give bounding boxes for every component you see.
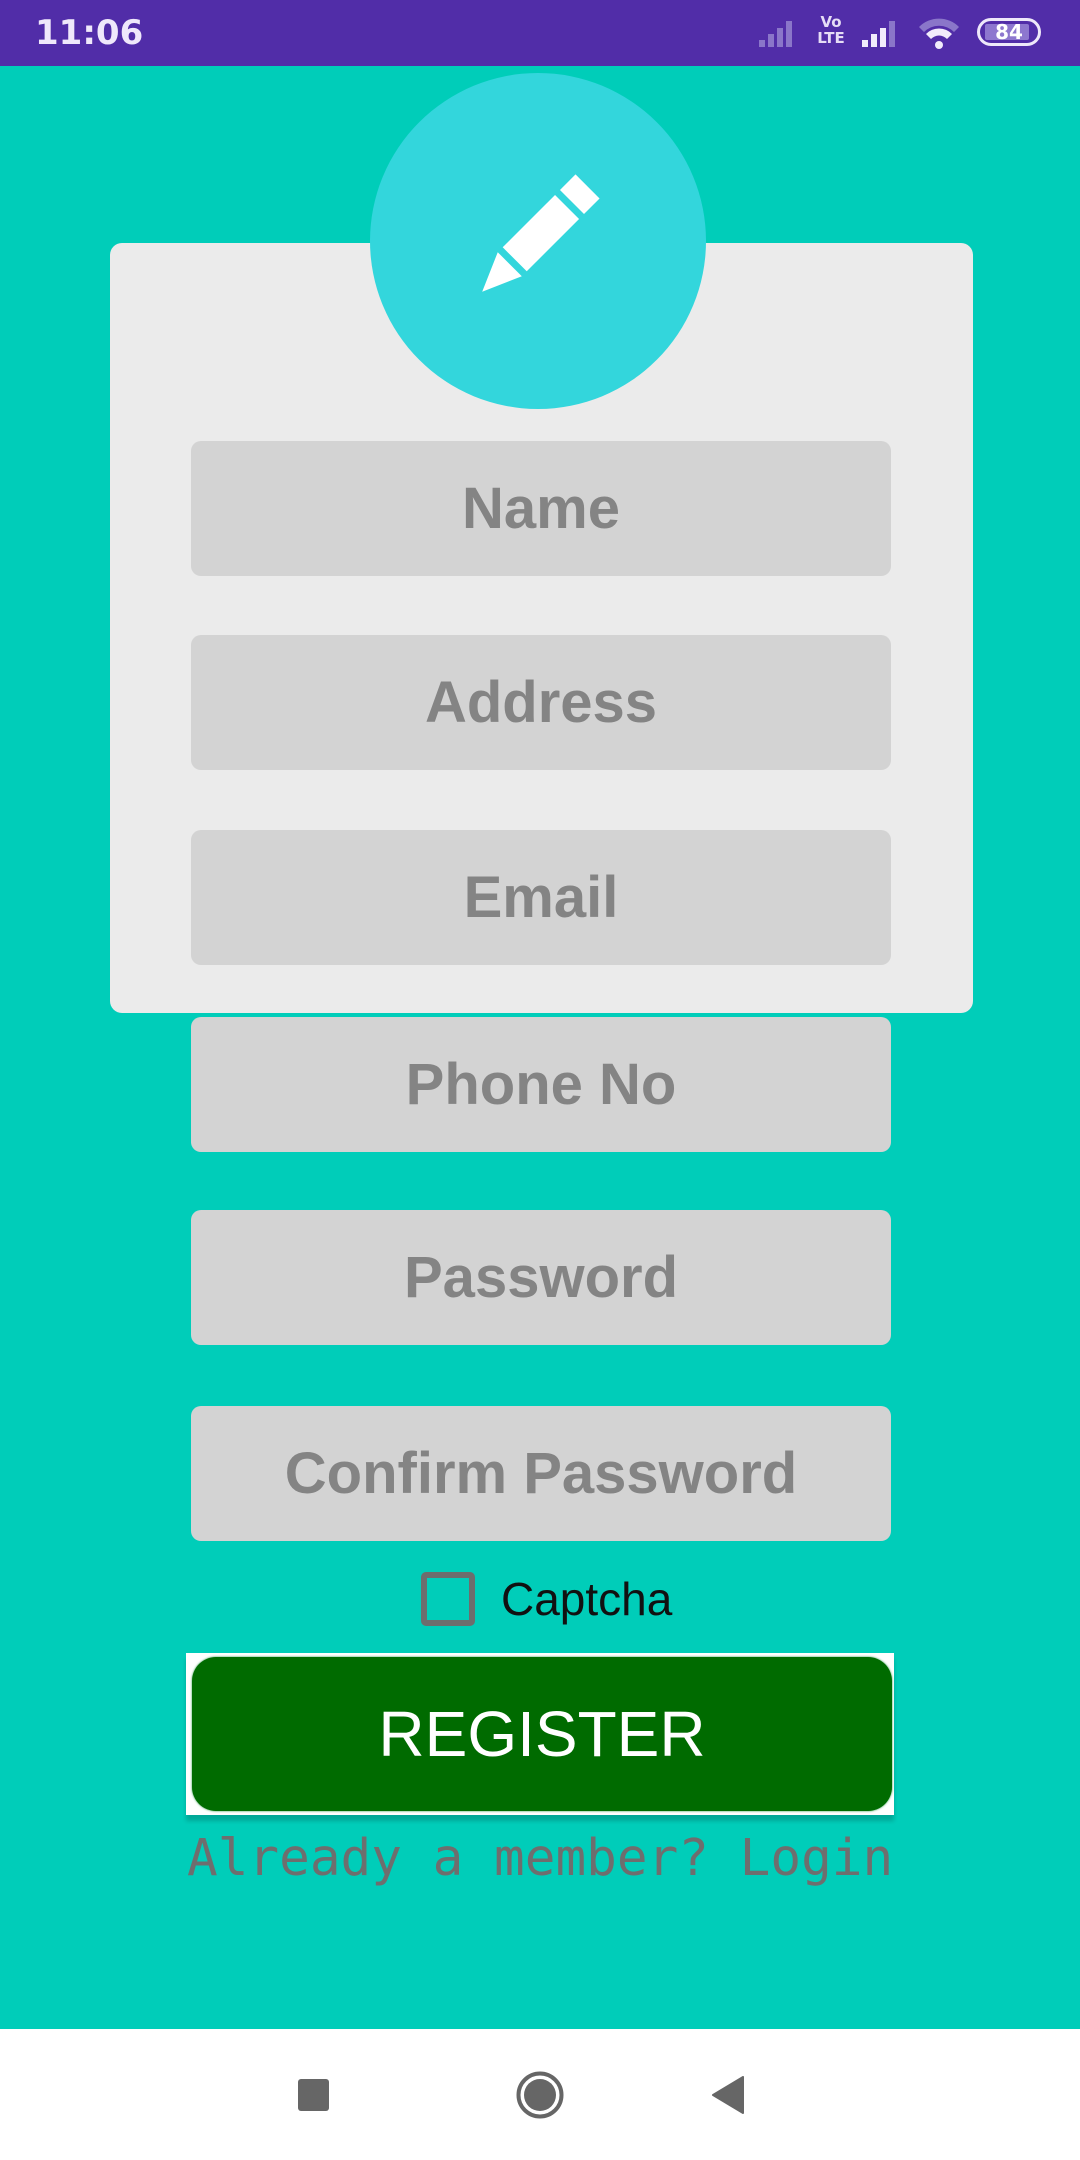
- captcha-label: Captcha: [501, 1573, 673, 1625]
- login-link[interactable]: Already a member? Login: [187, 1828, 907, 1890]
- email-input[interactable]: [191, 830, 891, 965]
- battery-level: 84: [995, 20, 1023, 44]
- captcha-checkbox-row[interactable]: Captcha: [421, 1568, 672, 1630]
- name-field[interactable]: [191, 441, 891, 576]
- battery-icon: 84: [977, 18, 1041, 46]
- signal-icon: [862, 21, 895, 47]
- wifi-icon: [919, 18, 959, 49]
- home-icon[interactable]: [516, 2071, 564, 2119]
- status-bar: 11:06 Vo LTE 84: [0, 0, 1080, 66]
- signal-icon: [759, 21, 792, 47]
- password-field[interactable]: [191, 1210, 891, 1345]
- address-field[interactable]: [191, 635, 891, 770]
- navigation-bar: [0, 2029, 1080, 2160]
- recents-icon[interactable]: [298, 2079, 329, 2111]
- name-input[interactable]: [191, 441, 891, 576]
- register-button-container: REGISTER: [186, 1653, 894, 1815]
- confirm-password-input[interactable]: [191, 1406, 891, 1541]
- back-icon[interactable]: [711, 2076, 745, 2114]
- phone-input[interactable]: [191, 1017, 891, 1152]
- email-field[interactable]: [191, 830, 891, 965]
- header-avatar: [370, 73, 706, 409]
- phone-field[interactable]: [191, 1017, 891, 1152]
- volte-icon: Vo LTE: [817, 13, 845, 47]
- register-button[interactable]: REGISTER: [192, 1657, 892, 1811]
- address-input[interactable]: [191, 635, 891, 770]
- confirm-password-field[interactable]: [191, 1406, 891, 1541]
- pencil-icon: [482, 174, 600, 292]
- password-input[interactable]: [191, 1210, 891, 1345]
- status-icons: Vo LTE 84: [0, 0, 1080, 66]
- captcha-checkbox[interactable]: [421, 1572, 475, 1626]
- register-screen: 11:06 Vo LTE 84 Name Address Email Phone…: [0, 0, 1080, 2160]
